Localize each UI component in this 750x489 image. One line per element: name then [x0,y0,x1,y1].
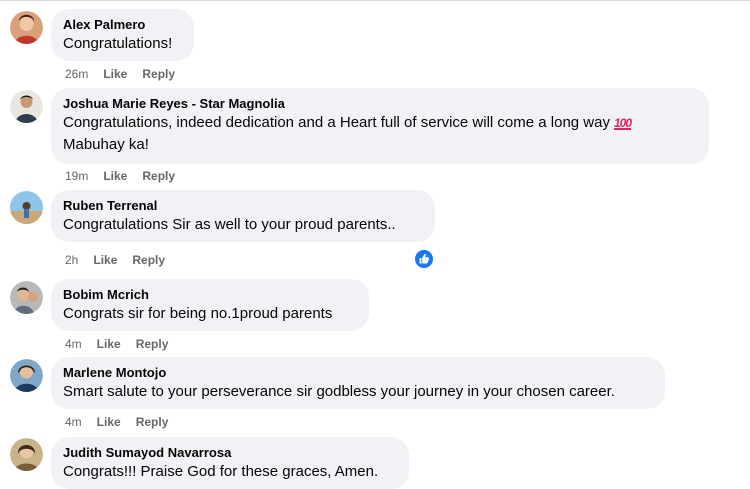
comment-actions: 2h Like Reply [65,253,165,267]
like-button[interactable]: Like [97,415,121,429]
user-avatar-icon[interactable] [10,90,43,123]
comment-text-line: Mabuhay ka! [63,136,149,153]
comment-bubble: Judith Sumayod Navarrosa Congrats!!! Pra… [51,437,409,489]
comment-timestamp[interactable]: 4m [65,337,82,351]
user-avatar-icon[interactable] [10,359,43,392]
comment-text: Smart salute to your perseverance sir go… [63,383,615,400]
reply-button[interactable]: Reply [142,67,175,81]
comment-actions: 26m Like Reply [65,67,175,81]
comment-text: Congrats sir for being no.1proud parents [63,305,333,322]
comment-actions: 4m Like Reply [65,415,168,429]
reply-button[interactable]: Reply [136,337,169,351]
hundred-points-emoji-icon: 100 [613,116,632,130]
thumbs-up-icon[interactable] [413,248,435,270]
comment-bubble: Joshua Marie Reyes - Star Magnolia Congr… [51,88,709,164]
comment-bubble: Ruben Terrenal Congratulations Sir as we… [51,190,435,242]
comment-author[interactable]: Joshua Marie Reyes - Star Magnolia [63,95,697,112]
comment-bubble: Bobim Mcrich Congrats sir for being no.1… [51,279,369,331]
comment-author[interactable]: Judith Sumayod Navarrosa [63,444,397,461]
comment-text: Congratulations! [63,35,173,52]
comment-actions: 4m Like Reply [65,337,168,351]
user-avatar-icon[interactable] [10,191,43,224]
like-button[interactable]: Like [103,169,127,183]
like-button[interactable]: Like [97,337,121,351]
reply-button[interactable]: Reply [132,253,165,267]
like-button[interactable]: Like [93,253,117,267]
comment-text-line: Congratulations, indeed dedication and a… [63,114,610,131]
comment-actions: 19m Like Reply [65,169,175,183]
comment-timestamp[interactable]: 2h [65,253,78,267]
comment-author[interactable]: Bobim Mcrich [63,286,357,303]
comment-author[interactable]: Alex Palmero [63,16,182,33]
comment-bubble: Alex Palmero Congratulations! [51,9,194,61]
comment-text: Congrats!!! Praise God for these graces,… [63,463,379,480]
reply-button[interactable]: Reply [136,415,169,429]
comment-text: Congratulations Sir as well to your prou… [63,216,396,233]
like-button[interactable]: Like [103,67,127,81]
comment-timestamp[interactable]: 4m [65,415,82,429]
user-avatar-icon[interactable] [10,11,43,44]
comment-author[interactable]: Ruben Terrenal [63,197,423,214]
comment-timestamp[interactable]: 19m [65,169,88,183]
user-avatar-icon[interactable] [10,281,43,314]
reply-button[interactable]: Reply [142,169,175,183]
user-avatar-icon[interactable] [10,438,43,471]
comment-text: Congratulations, indeed dedication and a… [63,112,697,134]
comment-bubble: Marlene Montojo Smart salute to your per… [51,357,665,409]
comment-timestamp[interactable]: 26m [65,67,88,81]
comment-author[interactable]: Marlene Montojo [63,364,653,381]
